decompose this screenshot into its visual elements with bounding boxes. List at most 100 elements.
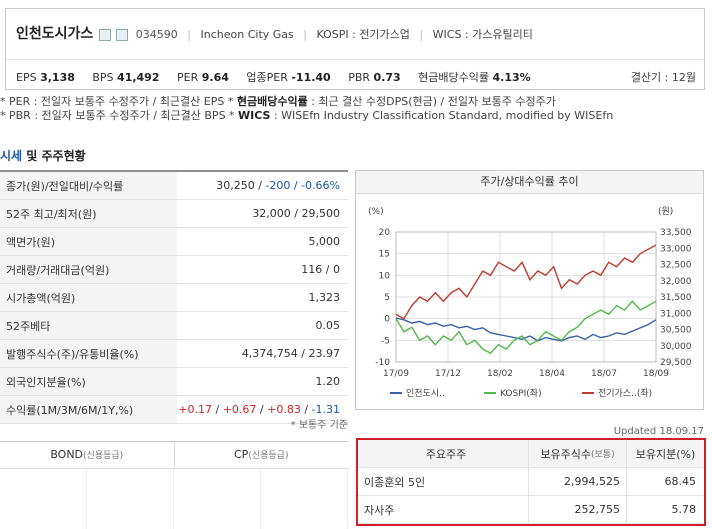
credit-rating-table: BOND(신용등급) CP(신용등급) [0,441,348,529]
section-title: 시세 및 주주현황 [0,149,86,163]
pbr-value: 0.73 [373,71,401,84]
left-tick-label: 0 [384,315,390,325]
legend-label: 인천도시.. [406,388,445,399]
right-tick-label: 29,500 [660,358,692,368]
pbr-label: PBR [348,71,371,84]
header-divider [6,59,704,60]
left-tick-label: -5 [381,336,390,346]
left-tick-label: -10 [375,358,390,368]
row-label: 발행주식수(주)/유통비율(%) [0,340,177,367]
credit-rating-body [0,469,348,529]
shareholders-table: 주요주주 보유주식수 (보통) 보유지분(%) 이종훈외 5인 2,994,525… [356,438,706,526]
table-row: 52주베타 0.05 [0,312,348,340]
row-value: 1,323 [308,291,341,304]
ir-icon[interactable] [116,29,129,41]
right-tick-label: 33,000 [660,244,692,254]
dividend-yield-label: 현금배당수익률 [418,71,490,84]
row-value: 0.05 [315,319,341,332]
legend-label: KOSPI(좌) [500,388,542,399]
col-shares: 보유주식수 (보통) [528,440,626,467]
metrics-bar: EPS 3,138 BPS 41,492 PER 9.64 업종PER -11.… [16,69,545,85]
right-tick-label: 32,500 [660,261,692,271]
company-header-top: 인천도시가스 034590 | Incheon City Gas | KOSPI… [16,23,533,43]
table-row: 종가(원)/전일대비/수익률 30,250 / -200 / -0.66% [0,172,348,200]
row-value: 4,374,754 / 23.97 [241,347,340,360]
holder-name[interactable]: 자사주 [358,502,528,518]
company-header: 인천도시가스 034590 | Incheon City Gas | KOSPI… [5,8,705,90]
shareholders-header: 주요주주 보유주식수 (보통) 보유지분(%) [358,440,704,468]
row-value: 32,000 / 29,500 [252,207,340,220]
table-row: 자사주 252,755 5.78 [358,496,704,524]
bond-header: BOND(신용등급) [50,448,124,461]
right-tick-label: 30,000 [660,342,692,352]
divider: | [187,28,191,41]
holder-stake: 5.78 [626,496,704,523]
right-tick-label: 32,000 [660,277,692,287]
left-tick-label: 10 [379,271,391,281]
stock-code: 034590 [135,28,178,41]
row-label: 52주 최고/최저(원) [0,200,177,227]
x-tick-label: 17/12 [435,369,461,379]
col-major-holders: 주요주주 [425,447,467,461]
wics-sector: WICS : 가스유틸리티 [432,28,533,41]
price-table: 종가(원)/전일대비/수익률 30,250 / -200 / -0.66% 52… [0,170,348,424]
row-label: 종가(원)/전일대비/수익률 [0,172,177,199]
bps-value: 41,492 [117,71,160,84]
industry-per-value: -11.40 [291,71,331,84]
col-stake: 보유지분(%) [626,440,704,467]
industry-per-label: 업종PER [246,71,288,84]
holder-shares: 252,755 [528,496,626,523]
chart-title: 주가/상대수익률 추이 [356,171,703,194]
x-tick-label: 18/04 [539,369,565,379]
company-name-en: Incheon City Gas [200,28,294,41]
x-tick-label: 17/09 [383,369,409,379]
table-row: 거래량/거래대금(억원) 116 / 0 [0,256,348,284]
row-label: 외국인지분율(%) [0,368,177,395]
eps-value: 3,138 [40,71,75,84]
eps-label: EPS [16,71,37,84]
note-line-2: * PBR : 전일자 보통주 수정주가 / 최근결산 BPS * WICS :… [0,109,614,122]
right-tick-label: 33,500 [660,228,692,238]
left-axis-unit: (%) [368,207,384,217]
price-chart: (%) (원) 20 15 10 5 0 -5 -10 33,500 33,000 32,500 32,… [368,206,692,399]
row-value: 116 / 0 [301,263,340,276]
per-value: 9.64 [201,71,229,84]
right-axis-unit: (원) [658,206,673,217]
row-label: 액면가(원) [0,228,177,255]
right-tick-label: 31,000 [660,309,692,319]
basis-note: * 보통주 기준 [290,420,348,431]
updated-date: Updated 18.09.17 [613,426,704,437]
row-value: 30,250 / -200 / -0.66% [216,179,340,192]
row-value: 5,000 [308,235,341,248]
divider: | [419,28,424,41]
definition-notes: * PER : 전일자 보통주 수정주가 / 최근결산 EPS * 현금배당수익… [0,95,613,123]
table-row: 시가총액(억원) 1,323 [0,284,348,312]
table-row: 이종훈외 5인 2,994,525 68.45 [358,468,704,496]
cp-header: CP(신용등급) [173,442,349,468]
table-row: 외국인지분율(%) 1.20 [0,368,348,396]
market-sector: KOSPI : 전기가스업 [316,28,410,41]
left-tick-label: 5 [384,293,390,303]
table-row: 액면가(원) 5,000 [0,228,348,256]
divider: | [303,28,307,41]
note-line-1: * PER : 전일자 보통주 수정주가 / 최근결산 EPS * 현금배당수익… [0,95,556,108]
x-tick-label: 18/07 [591,369,617,379]
x-tick-label: 18/09 [643,369,669,379]
dividend-yield-value: 4.13% [492,71,531,84]
row-label: 52주베타 [0,312,177,339]
table-row: 52주 최고/최저(원) 32,000 / 29,500 [0,200,348,228]
row-value: 1.20 [315,375,341,388]
home-icon[interactable] [98,29,111,41]
price-chart-panel: 주가/상대수익률 추이 (%) (원) 20 15 10 5 0 -5 -10 33,500 33,… [355,170,704,410]
left-tick-label: 15 [379,250,390,260]
row-value: +0.17 / +0.67 / +0.83 / -1.31 [178,403,340,416]
series-line [395,317,657,342]
per-label: PER [177,71,199,84]
legend-label: 전기가스..(좌) [598,388,652,399]
right-tick-label: 30,500 [660,326,692,336]
holder-name[interactable]: 이종훈외 5인 [358,474,528,490]
table-row: 발행주식수(주)/유통비율(%) 4,374,754 / 23.97 [0,340,348,368]
left-tick-label: 20 [379,228,391,238]
company-name[interactable]: 인천도시가스 [16,26,93,42]
credit-rating-header: BOND(신용등급) CP(신용등급) [0,442,348,469]
